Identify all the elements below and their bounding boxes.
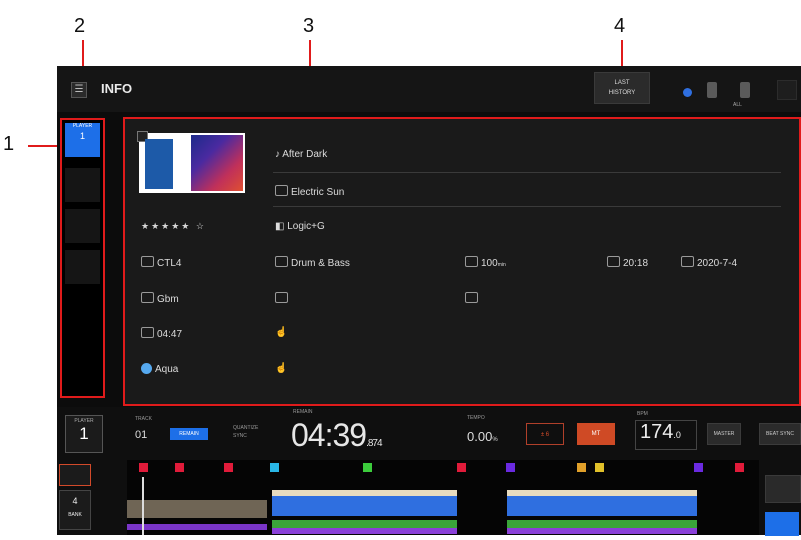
track-title: ♪ After Dark <box>275 149 328 160</box>
track-comment <box>465 292 481 305</box>
deck-tab-4[interactable] <box>65 250 100 284</box>
tempo-range-button[interactable]: ± 6 <box>526 423 564 445</box>
bpm-readout: 174.0 <box>635 420 697 450</box>
close-icon[interactable] <box>777 80 797 100</box>
master-tempo-button[interactable]: MT <box>577 423 615 445</box>
deck-tab-1[interactable]: PLAYER 1 <box>65 123 100 157</box>
deck-display: PLAYER 1 TRACK 01 REMAIN QUANTIZE SYNC R… <box>57 407 801 536</box>
callout-1: 1 <box>3 133 15 155</box>
track-artist: Electric Sun <box>275 185 344 198</box>
album-icon: ◧ <box>275 221 288 232</box>
bpm-label: BPM <box>637 411 648 417</box>
deck-tab-2[interactable] <box>65 168 100 202</box>
cue-marker[interactable] <box>506 463 515 472</box>
track-genre: Drum & Bass <box>275 256 350 269</box>
genre-icon <box>275 256 288 267</box>
tempo-label: TEMPO <box>467 415 485 421</box>
top-bar: ☰ INFO LAST HISTORY ALL <box>57 66 801 112</box>
master-button[interactable]: MASTER <box>707 423 741 445</box>
clock-icon <box>141 327 154 338</box>
deck-tab-3[interactable] <box>65 209 100 243</box>
quantize-label: QUANTIZE <box>233 425 259 431</box>
hand-pointer-icon: ☝ <box>275 327 288 338</box>
sd-icon <box>740 82 750 98</box>
link-status-icon <box>683 88 692 97</box>
track-date-added: 20:18 <box>607 256 648 269</box>
cue-marker[interactable] <box>457 463 466 472</box>
beat-sync-button[interactable]: BEAT SYNC <box>759 423 801 445</box>
info-icon <box>275 292 288 303</box>
cue-marker[interactable] <box>224 463 233 472</box>
zoom-button[interactable] <box>765 475 801 503</box>
track-number-readout: 01 <box>135 429 148 441</box>
cue-marker[interactable] <box>139 463 148 472</box>
menu-button[interactable]: ☰ <box>71 82 87 98</box>
deck-tab-label: PLAYER <box>72 123 93 129</box>
cue-marker[interactable] <box>363 463 372 472</box>
cue-marker[interactable] <box>270 463 279 472</box>
grid-button[interactable] <box>765 512 799 536</box>
hot-cue-tile[interactable] <box>59 464 91 486</box>
track-duration: 04:47 <box>141 327 182 340</box>
waveform-display[interactable] <box>127 460 759 535</box>
cue-marker[interactable] <box>694 463 703 472</box>
artist-icon <box>275 185 288 196</box>
deck-tab-number: 1 <box>79 131 85 141</box>
waveform-svg <box>127 477 697 535</box>
track-number-icon <box>141 256 154 267</box>
remain-label: REMAIN <box>293 409 313 415</box>
cue-marker[interactable] <box>577 463 586 472</box>
track-key: Gbm <box>141 292 179 305</box>
track-album: ◧ Logic+G <box>275 221 325 232</box>
artwork-image <box>191 135 243 191</box>
sync-line-1: LAST <box>614 80 630 86</box>
album-artwork <box>137 131 245 193</box>
track-info-panel: ♪ After Dark Electric Sun ★★★★★ ☆ ◧ Logi… <box>123 117 801 406</box>
menu-icon: ☰ <box>74 84 84 95</box>
rating-stars[interactable]: ★★★★★ ☆ <box>141 221 206 232</box>
callout-4: 4 <box>614 15 626 37</box>
time-readout: 04:39.874 <box>291 417 383 453</box>
cue-marker[interactable] <box>735 463 744 472</box>
track-color: Aqua <box>141 363 178 375</box>
deck-number-tile[interactable]: PLAYER 1 <box>65 415 103 453</box>
bank-tile[interactable]: 4 BANK <box>59 490 91 530</box>
sync-line-2: HISTORY <box>608 90 636 96</box>
deck-selector: PLAYER 1 <box>60 118 105 398</box>
key-icon <box>141 292 154 303</box>
track-release-date: 2020-7-4 <box>681 256 737 269</box>
track-extra <box>275 292 291 305</box>
divider <box>273 206 781 207</box>
artwork-thumbnail <box>145 139 173 189</box>
date-icon <box>681 256 694 267</box>
track-number: CTL4 <box>141 256 181 269</box>
hand-pointer-icon: ☝ <box>275 363 288 374</box>
page-title: INFO <box>101 81 133 96</box>
device-screen: ☰ INFO LAST HISTORY ALL PLAYER 1 ♪ After… <box>57 66 801 536</box>
length-icon <box>465 256 478 267</box>
track-length: 100min <box>465 256 506 269</box>
pitch-readout: 0.00% <box>467 429 498 444</box>
cue-marker[interactable] <box>175 463 184 472</box>
color-dot-icon <box>141 363 152 374</box>
usb-icon <box>707 82 717 98</box>
divider <box>273 172 781 173</box>
comment-icon <box>465 292 478 303</box>
status-label: ALL <box>733 102 742 108</box>
remain-mode-button[interactable]: REMAIN <box>170 428 208 440</box>
cue-marker[interactable] <box>595 463 604 472</box>
track-label: TRACK <box>135 416 152 422</box>
link-row-2[interactable]: ☝ <box>275 363 287 374</box>
leader-line-1 <box>28 145 60 147</box>
calendar-icon <box>607 256 620 267</box>
callout-3: 3 <box>303 15 315 37</box>
sync-label: SYNC <box>233 433 247 439</box>
callout-2: 2 <box>74 15 86 37</box>
last-history-button[interactable]: LAST HISTORY <box>594 72 650 104</box>
link-row-1[interactable]: ☝ <box>275 327 287 338</box>
